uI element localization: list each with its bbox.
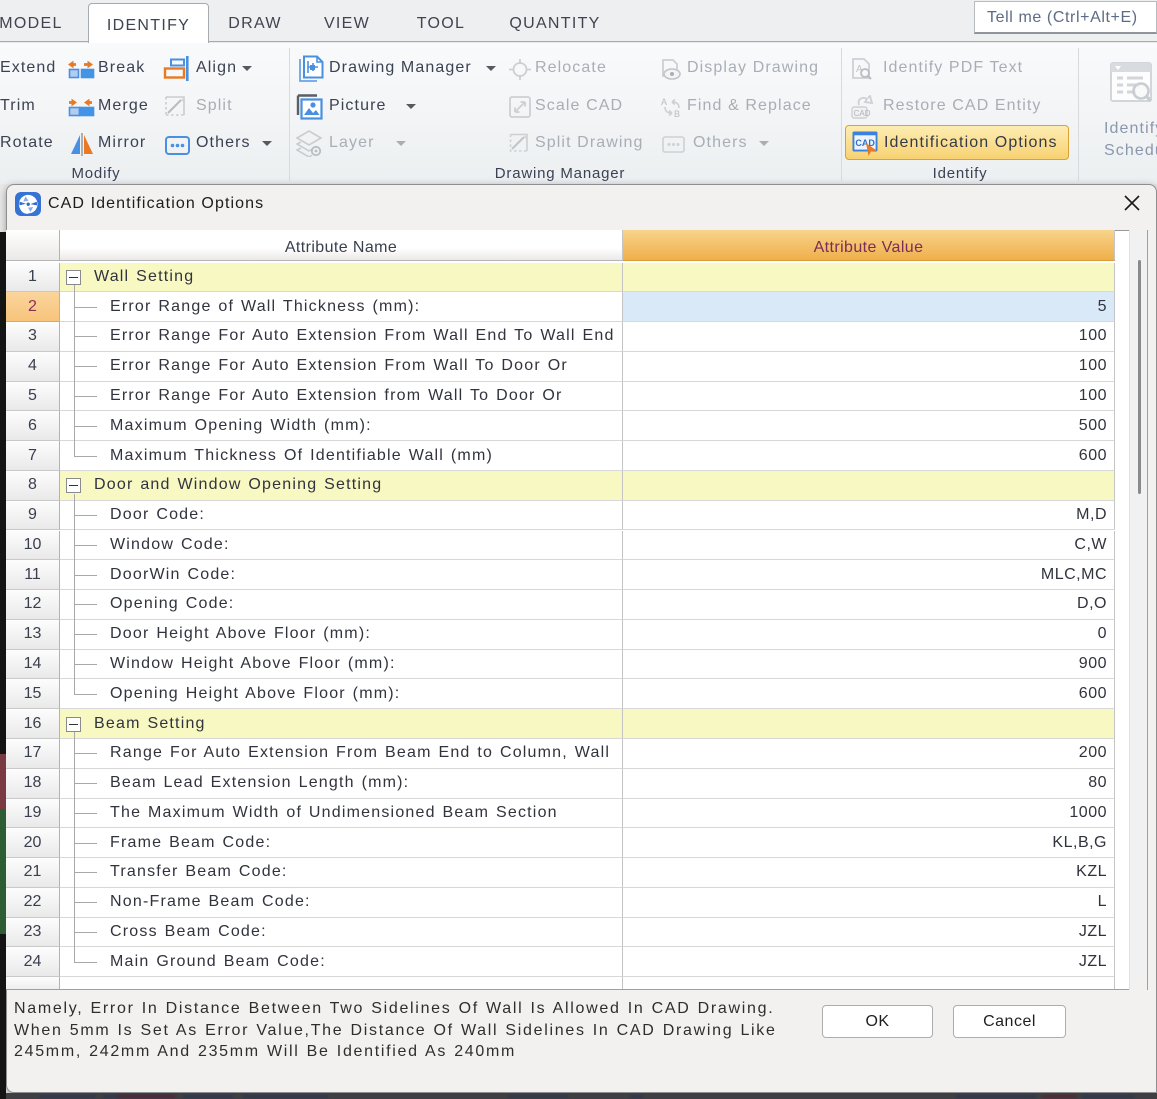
- svg-text:CAD: CAD: [855, 138, 875, 148]
- svg-text:CAD: CAD: [854, 109, 871, 118]
- svg-text:A: A: [661, 97, 667, 107]
- svg-text:B: B: [674, 109, 680, 118]
